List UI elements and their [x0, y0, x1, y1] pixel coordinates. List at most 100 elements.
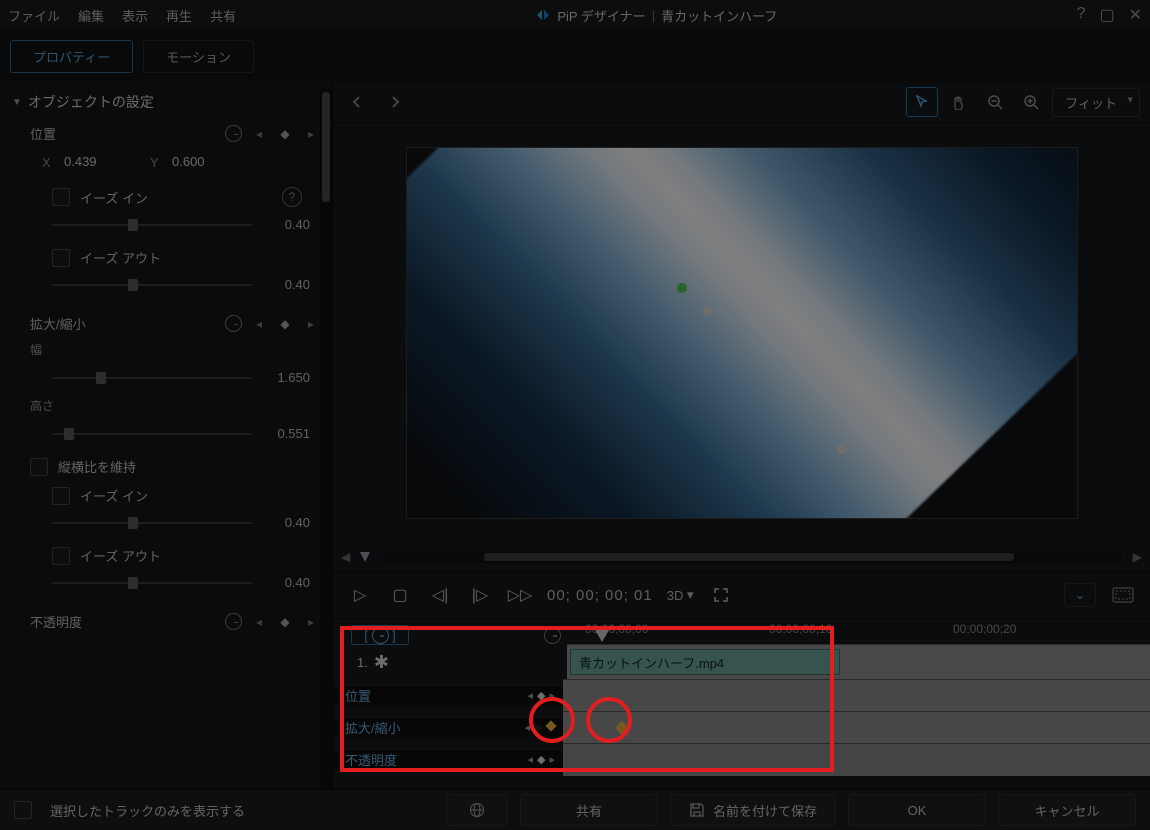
next-keyframe-icon[interactable]: ▸ [302, 127, 320, 141]
preview-hscroll[interactable] [384, 551, 1121, 563]
window-controls: ? ▢ ✕ [1077, 5, 1142, 25]
stopwatch-icon[interactable] [225, 613, 242, 630]
keyframe-diamond-icon[interactable]: ◆ [276, 127, 294, 141]
handle-icon[interactable] [837, 444, 847, 454]
zoom-fit-select[interactable]: フィット [1052, 88, 1140, 117]
ease-in-checkbox[interactable] [52, 188, 70, 206]
zoom-out-button[interactable] [980, 88, 1010, 116]
save-as-button[interactable]: 名前を付けて保存 [670, 794, 836, 826]
ruler-tick: 00;00;00;20 [953, 622, 1016, 636]
cancel-button[interactable]: キャンセル [998, 794, 1136, 826]
undo-button[interactable] [343, 88, 373, 116]
position-keyframe-controls[interactable]: ◂ ◆ ▸ [225, 125, 320, 142]
menu-share[interactable]: 共有 [210, 6, 236, 25]
x-input[interactable] [62, 153, 126, 171]
prev-keyframe-icon[interactable]: ◂ [250, 317, 268, 331]
menu-view[interactable]: 表示 [122, 6, 148, 25]
scale-ease-out-value: 0.40 [266, 575, 310, 590]
next-keyframe-icon[interactable]: ▸ [302, 317, 320, 331]
menu-file[interactable]: ファイル [8, 6, 60, 25]
y-input[interactable] [170, 153, 234, 171]
tl-scale-track[interactable] [563, 711, 1150, 744]
stopwatch-icon[interactable] [225, 315, 242, 332]
stop-button[interactable]: ▢ [387, 582, 413, 608]
fast-forward-button[interactable]: ▷▷ [507, 582, 533, 608]
safe-zone-button[interactable] [1110, 582, 1136, 608]
show-selected-track-checkbox[interactable] [14, 801, 32, 819]
preview-panbar: ◀ ▶ [333, 543, 1150, 571]
preview-viewport[interactable] [333, 123, 1150, 543]
tl-position-track[interactable] [563, 679, 1150, 712]
timeline-ruler[interactable]: 00;00;00;00 00;00;00;10 00;00;00;20 [579, 619, 1150, 645]
preview-toolbar: フィット [333, 82, 1150, 123]
tab-properties[interactable]: プロパティー [10, 40, 133, 73]
zoom-in-button[interactable] [1016, 88, 1046, 116]
pan-right-icon[interactable]: ▶ [1133, 550, 1142, 564]
asterisk-icon: ✱ [374, 652, 389, 673]
clip-index: 1. [357, 655, 368, 670]
tab-motion[interactable]: モーション [143, 40, 254, 73]
panel-scrollbar[interactable] [320, 88, 332, 790]
ok-button[interactable]: OK [848, 794, 986, 826]
ease-in-slider[interactable] [52, 224, 252, 226]
clip-visual [406, 147, 1078, 519]
scale-keyframe-controls[interactable]: ◂ ◆ ▸ [225, 315, 320, 332]
clip-track[interactable]: 青カットインハーフ.mp4 [567, 644, 1150, 680]
tl-param-opacity[interactable]: 不透明度 ◂◆▸ [333, 749, 563, 769]
keyframe-diamond-icon[interactable]: ◆ [276, 317, 294, 331]
tl-mode-button[interactable]: [ ] [351, 625, 409, 645]
tl-param-position[interactable]: 位置 ◂◆▸ [333, 685, 563, 705]
playhead-icon[interactable] [358, 550, 372, 564]
redo-button[interactable] [379, 88, 409, 116]
stopwatch-icon[interactable] [544, 627, 561, 644]
section-title-label: オブジェクトの設定 [28, 92, 154, 112]
clip-row-header[interactable]: 1. ✱ [333, 652, 567, 673]
collapse-playbar-button[interactable]: ⌄ [1064, 583, 1096, 607]
timeline-header-left: [ ] [333, 625, 579, 645]
tl-opacity-track[interactable] [563, 743, 1150, 776]
next-frame-button[interactable]: |▷ [467, 582, 493, 608]
aspect-checkbox[interactable] [30, 458, 48, 476]
menu-play[interactable]: 再生 [166, 6, 192, 25]
opacity-keyframe-controls[interactable]: ◂◆▸ [225, 613, 320, 630]
globe-button[interactable] [446, 794, 508, 826]
show-selected-track-label: 選択したトラックのみを表示する [50, 801, 245, 820]
tl-param-scale[interactable]: 拡大/縮小 ◂ [333, 717, 563, 737]
ease-out-slider[interactable] [52, 284, 252, 286]
handle-icon[interactable] [703, 306, 713, 316]
scale-ease-out-checkbox[interactable] [52, 547, 70, 565]
titlebar: ファイル 編集 表示 再生 共有 PiP デザイナー | 青カットインハーフ ?… [0, 0, 1150, 30]
footer-bar: 選択したトラックのみを表示する 共有 名前を付けて保存 OK キャンセル [0, 789, 1150, 830]
share-button[interactable]: 共有 [520, 794, 658, 826]
prev-frame-button[interactable]: ◁| [427, 582, 453, 608]
width-slider[interactable] [52, 377, 252, 379]
prev-keyframe-icon[interactable]: ◂ [250, 127, 268, 141]
ease-out-checkbox[interactable] [52, 249, 70, 267]
keyframe-diamond-icon[interactable] [615, 720, 629, 734]
scale-ease-in-value: 0.40 [266, 515, 310, 530]
ruler-tick: 00;00;00;10 [769, 622, 832, 636]
fullscreen-button[interactable] [708, 582, 734, 608]
close-button[interactable]: ✕ [1129, 5, 1142, 25]
anchor-handle-icon[interactable] [677, 283, 687, 293]
pan-left-icon[interactable]: ◀ [341, 550, 350, 564]
scale-ease-out-slider[interactable] [52, 582, 252, 584]
3d-toggle[interactable]: 3D ▾ [667, 582, 694, 608]
hand-tool-button[interactable] [944, 88, 974, 116]
clip-bar[interactable]: 青カットインハーフ.mp4 [570, 649, 840, 675]
playhead-marker-icon[interactable] [595, 630, 609, 644]
stopwatch-icon[interactable] [225, 125, 242, 142]
section-object-settings[interactable]: ▼ オブジェクトの設定 [0, 82, 332, 120]
help-icon[interactable]: ? [282, 187, 302, 207]
help-button[interactable]: ? [1077, 5, 1086, 25]
select-tool-button[interactable] [906, 87, 938, 117]
scale-ease-in-slider[interactable] [52, 522, 252, 524]
maximize-button[interactable]: ▢ [1099, 5, 1114, 25]
scale-ease-in-checkbox[interactable] [52, 487, 70, 505]
preview-canvas[interactable] [406, 147, 1078, 519]
width-label: 幅 [30, 341, 320, 358]
play-button[interactable]: ▷ [347, 582, 373, 608]
height-value: 0.551 [266, 426, 310, 441]
menu-edit[interactable]: 編集 [78, 6, 104, 25]
height-slider[interactable] [52, 433, 252, 435]
